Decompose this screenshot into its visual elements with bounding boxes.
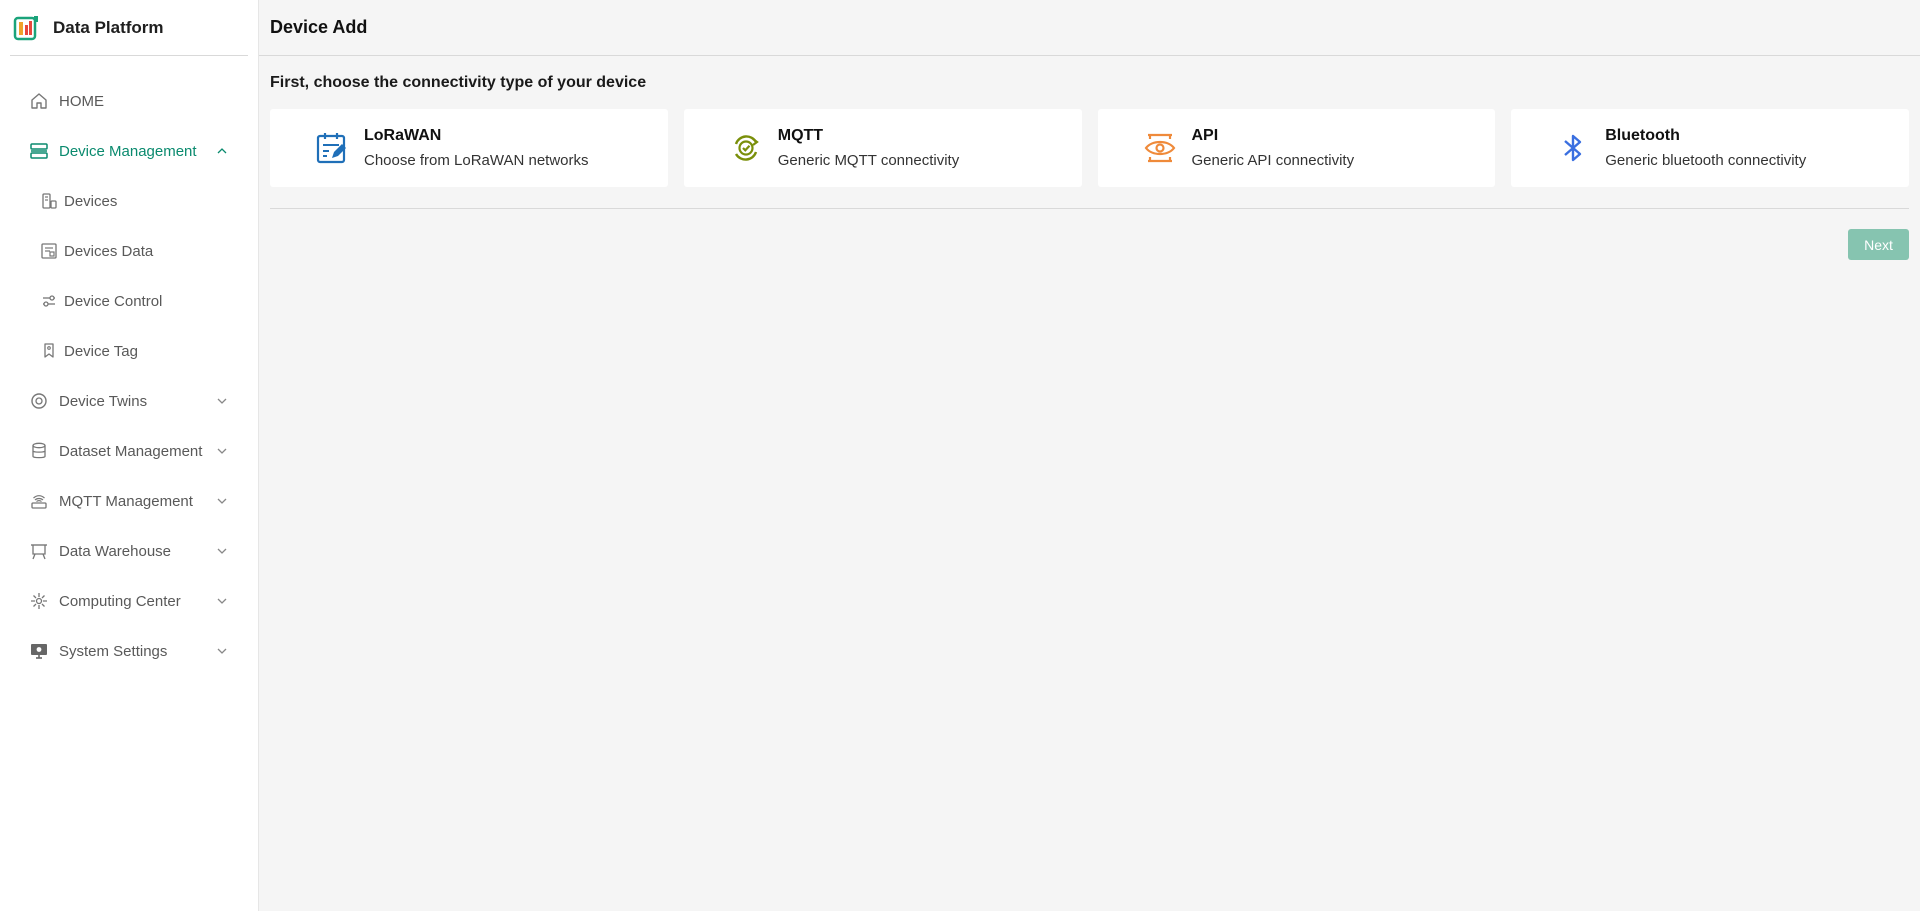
card-description: Generic API connectivity	[1191, 152, 1355, 169]
database-icon	[29, 441, 49, 461]
card-description: Generic MQTT connectivity	[777, 152, 960, 169]
actions: Next	[270, 229, 1909, 260]
sidebar-item-label: Data Warehouse	[59, 542, 172, 560]
chevron-down-icon[interactable]	[216, 645, 228, 657]
header: Device Add	[259, 0, 1920, 56]
card-text: API Generic API connectivity	[1192, 127, 1355, 169]
card-title: API	[1191, 127, 1219, 144]
sidebar-item-device-tag[interactable]: Device Tag	[0, 326, 258, 376]
sidebar-item-dataset-management[interactable]: Dataset Management	[0, 426, 258, 476]
page-title: Device Add	[270, 17, 368, 37]
computing-icon	[29, 591, 49, 611]
sidebar-item-devices-data[interactable]: Devices Data	[0, 226, 258, 276]
chevron-down-icon[interactable]	[216, 545, 228, 557]
tag-icon	[40, 342, 58, 360]
warehouse-icon	[29, 541, 49, 561]
server-icon	[29, 141, 49, 161]
card-lorawan[interactable]: LoRaWAN Choose from LoRaWAN networks	[270, 109, 668, 187]
connectivity-cards: LoRaWAN Choose from LoRaWAN networks MQT…	[270, 109, 1909, 187]
home-icon	[29, 91, 49, 111]
monitor-settings-icon	[29, 641, 49, 661]
chevron-down-icon[interactable]	[216, 445, 228, 457]
sidebar-item-label: HOME	[59, 92, 104, 110]
chevron-down-icon[interactable]	[216, 495, 228, 507]
sidebar-nav: HOME Device Management Devices Devices D…	[0, 76, 258, 676]
sidebar-item-device-twins[interactable]: Device Twins	[0, 376, 258, 426]
divider	[270, 208, 1909, 209]
sidebar-item-label: Computing Center	[59, 592, 181, 610]
brand[interactable]: Data Platform	[10, 0, 248, 56]
data-platform-logo-icon	[13, 15, 38, 40]
sidebar-item-device-control[interactable]: Device Control	[0, 276, 258, 326]
sidebar-item-label: Devices	[64, 192, 118, 210]
card-description: Generic bluetooth connectivity	[1605, 152, 1807, 169]
card-api[interactable]: API Generic API connectivity	[1097, 109, 1496, 187]
sidebar-item-device-management[interactable]: Device Management	[0, 126, 258, 176]
api-icon	[1142, 130, 1178, 166]
sidebar-item-devices[interactable]: Devices	[0, 176, 258, 226]
card-description: Choose from LoRaWAN networks	[364, 152, 589, 169]
app-name: Data Platform	[53, 17, 164, 37]
chevron-down-icon[interactable]	[216, 395, 228, 407]
mqtt-icon	[728, 130, 764, 166]
sidebar-item-computing-center[interactable]: Computing Center	[0, 576, 258, 626]
sidebar-item-label: Device Control	[64, 292, 163, 310]
sidebar-item-label: Device Twins	[59, 392, 148, 410]
card-title: LoRaWAN	[364, 127, 442, 144]
sidebar-item-label: Device Tag	[64, 342, 138, 360]
devices-data-icon	[40, 242, 58, 260]
content: First, choose the connectivity type of y…	[259, 56, 1920, 260]
devices-icon	[40, 192, 58, 210]
card-text: MQTT Generic MQTT connectivity	[778, 127, 959, 169]
main-area: Device Add First, choose the connectivit…	[259, 0, 1920, 911]
sidebar-item-label: System Settings	[59, 642, 168, 660]
next-button[interactable]: Next	[1848, 229, 1909, 260]
sidebar-item-label: MQTT Management	[59, 492, 193, 510]
sidebar-item-label: Device Management	[59, 142, 197, 160]
card-title: Bluetooth	[1605, 127, 1680, 144]
lorawan-icon	[314, 130, 350, 166]
card-text: LoRaWAN Choose from LoRaWAN networks	[364, 127, 589, 169]
card-title: MQTT	[777, 127, 824, 144]
card-bluetooth[interactable]: Bluetooth Generic bluetooth connectivity	[1511, 109, 1909, 187]
sliders-icon	[40, 292, 58, 310]
sidebar-item-label: Devices Data	[64, 242, 154, 260]
section-subtitle: First, choose the connectivity type of y…	[270, 74, 647, 91]
sidebar-item-data-warehouse[interactable]: Data Warehouse	[0, 526, 258, 576]
chevron-up-icon[interactable]	[216, 145, 228, 157]
sidebar-item-label: Dataset Management	[59, 442, 203, 460]
chevron-down-icon[interactable]	[216, 595, 228, 607]
card-mqtt[interactable]: MQTT Generic MQTT connectivity	[683, 109, 1082, 187]
sidebar-item-mqtt-management[interactable]: MQTT Management	[0, 476, 258, 526]
bluetooth-icon	[1555, 130, 1591, 166]
sidebar: Data Platform HOME Device Management Dev…	[0, 0, 259, 911]
twins-icon	[29, 391, 49, 411]
router-icon	[29, 491, 49, 511]
sidebar-item-system-settings[interactable]: System Settings	[0, 626, 258, 676]
sidebar-item-home[interactable]: HOME	[0, 76, 258, 126]
card-text: Bluetooth Generic bluetooth connectivity	[1605, 127, 1806, 169]
